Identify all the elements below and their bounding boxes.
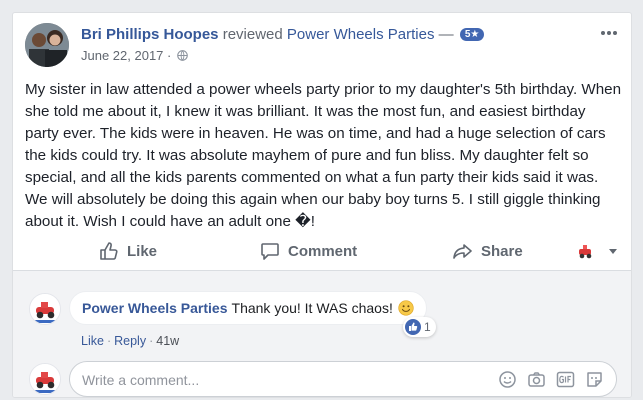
sticker-icon[interactable] [585, 370, 604, 389]
comment-icon [261, 243, 279, 260]
post-headline: Bri Phillips Hoopes reviewed Power Wheel… [81, 26, 485, 43]
author-avatar[interactable] [25, 23, 69, 67]
reaction-count-value: 1 [424, 320, 431, 334]
comment-label: Comment [288, 242, 358, 260]
page-name-link[interactable]: Power Wheels Parties [287, 26, 435, 43]
composer-icons [498, 370, 604, 389]
page-avatar-small [579, 245, 592, 259]
thumbs-up-reaction-icon [405, 319, 421, 335]
comment-reaction-count[interactable]: 1 [403, 317, 436, 337]
share-button[interactable]: Share [453, 236, 523, 266]
composer-avatar [29, 363, 61, 395]
comment-text: Thank you! It WAS chaos! [231, 300, 393, 316]
comment-bubble: Power Wheels Parties Thank you! It WAS c… [69, 291, 427, 325]
like-label: Like [127, 242, 158, 260]
camera-icon[interactable] [527, 370, 546, 389]
chevron-down-icon [609, 249, 617, 254]
post-header: Bri Phillips Hoopes reviewed Power Wheel… [25, 23, 619, 67]
rating-badge: 5★ [459, 28, 485, 41]
review-post-card: Bri Phillips Hoopes reviewed Power Wheel… [12, 12, 632, 398]
more-options-icon[interactable] [599, 27, 619, 39]
comment-composer [69, 361, 617, 397]
commenter-name-link[interactable]: Power Wheels Parties [82, 300, 228, 316]
post-date-link[interactable]: June 22, 2017 [81, 48, 163, 63]
gif-icon[interactable] [556, 370, 575, 389]
comments-section: Power Wheels Parties Thank you! It WAS c… [13, 270, 631, 397]
share-label: Share [481, 242, 523, 260]
share-as-page-selector[interactable] [577, 236, 619, 266]
like-icon [100, 242, 118, 260]
author-name-link[interactable]: Bri Phillips Hoopes [81, 26, 219, 43]
like-button[interactable]: Like [99, 236, 157, 266]
headline-dash: — [438, 26, 454, 43]
emoji-icon[interactable] [498, 370, 517, 389]
post-action-bar: Like Comment Share [25, 235, 621, 265]
comment-meta: Like · Reply · 41w [81, 334, 179, 348]
comment-input[interactable] [82, 370, 482, 390]
post-meta: June 22, 2017 · [81, 48, 188, 63]
date-separator: · [167, 48, 172, 63]
meta-separator: · [106, 334, 112, 348]
comment-like-link[interactable]: Like [81, 334, 104, 348]
globe-icon [177, 50, 188, 61]
comment-age[interactable]: 41w [156, 334, 179, 348]
comment-button[interactable]: Comment [260, 236, 357, 266]
post-body-text: My sister in law attended a power wheels… [25, 81, 622, 230]
review-verb: reviewed [222, 26, 283, 43]
smile-emoji-icon [398, 300, 414, 316]
share-icon [453, 244, 472, 259]
commenter-avatar[interactable] [29, 293, 61, 325]
comment-reply-link[interactable]: Reply [114, 334, 146, 348]
meta-separator: · [149, 334, 154, 348]
